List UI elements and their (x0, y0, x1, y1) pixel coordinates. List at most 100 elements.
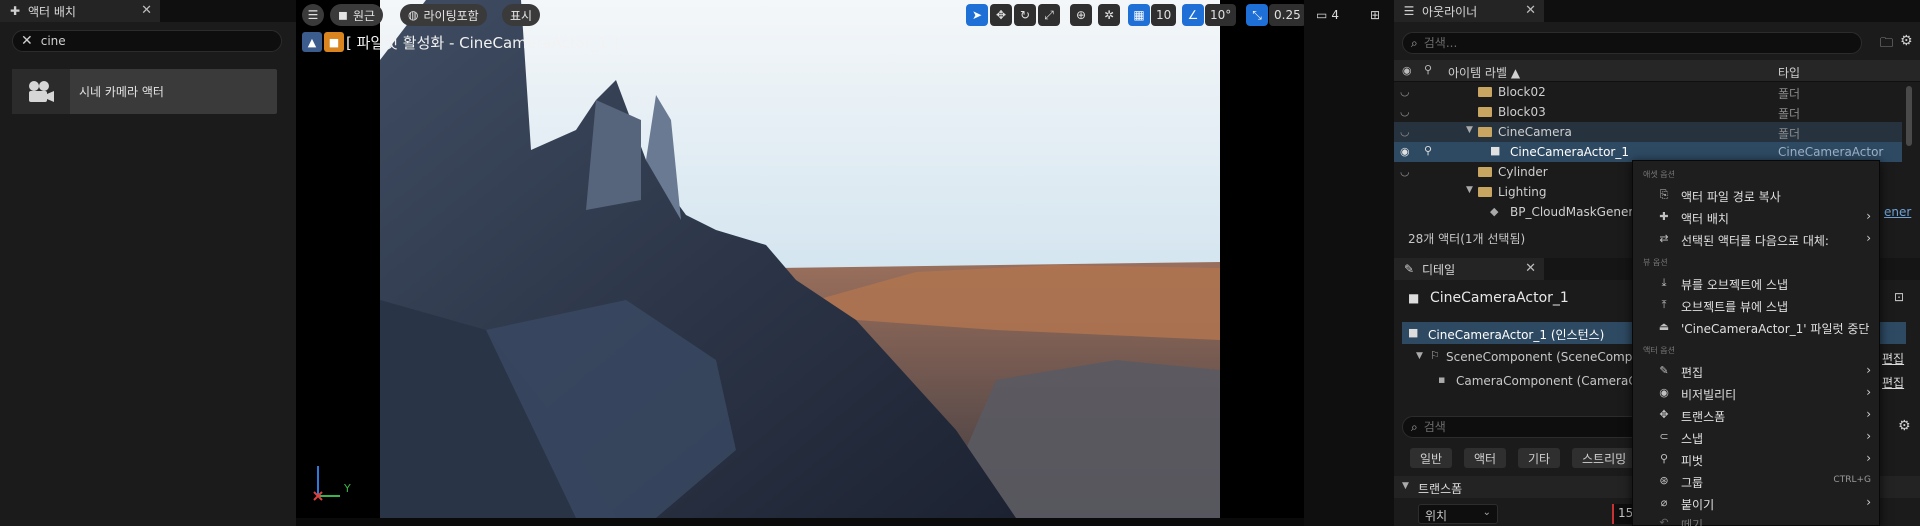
menu-item-label: 스냅 (1681, 432, 1704, 446)
filter-tab-actor[interactable]: 액터 (1464, 448, 1507, 468)
row-type[interactable]: ener (1884, 205, 1911, 219)
actor-search-input[interactable] (40, 34, 281, 48)
visibility-column-icon[interactable]: ◉ (1402, 64, 1412, 77)
expand-arrow-icon[interactable]: ▼ (1466, 125, 1473, 135)
camera-speed-value: 4 (1331, 8, 1339, 22)
lock-icon[interactable]: ⊡ (1894, 290, 1904, 304)
pilot-icons: ▲ ■ (302, 32, 344, 52)
scale-snap-button[interactable]: ⤡ (1246, 4, 1268, 26)
scale-mode-button[interactable]: ⤢ (1038, 4, 1060, 26)
perspective-button[interactable]: ◼ 원근 (330, 4, 384, 26)
edit-link[interactable]: 편집 (1882, 374, 1904, 391)
translate-mode-button[interactable]: ✥ (990, 4, 1012, 26)
menu-item-snap[interactable]: ⊂ 스냅 › (1633, 427, 1879, 448)
grid-snap-button[interactable]: ▦ (1128, 4, 1150, 26)
menu-item-copy-path[interactable]: ⎘ 액터 파일 경로 복사 (1633, 185, 1879, 206)
camera-speed-button[interactable]: ▭ 4 (1316, 4, 1339, 26)
expand-arrow-icon[interactable]: ▼ (1466, 185, 1473, 195)
grid-snap-value[interactable]: 10 (1151, 4, 1177, 26)
location-dropdown[interactable]: 위치 ⌄ (1418, 504, 1498, 524)
menu-item-transform[interactable]: ✥ 트랜스폼 › (1633, 405, 1879, 426)
show-label: 표시 (510, 8, 533, 23)
visibility-icon[interactable]: ◡ (1400, 165, 1410, 178)
expand-arrow-icon[interactable]: ▼ (1416, 351, 1423, 361)
close-icon[interactable]: ✕ (141, 3, 152, 18)
folder-icon (1478, 187, 1492, 197)
component-label: SceneComponent (SceneComp (1446, 350, 1633, 364)
place-actor-icon: ✚ (9, 4, 21, 18)
edit-link[interactable]: 편집 (1882, 350, 1904, 367)
item-label-column[interactable]: 아이템 라벨 ▲ (1448, 64, 1520, 81)
folder-icon (1478, 167, 1492, 177)
menu-item-pivot[interactable]: ⚲ 피벗 › (1633, 449, 1879, 470)
scale-snap-value[interactable]: 0.25 (1269, 4, 1304, 26)
visibility-icon[interactable]: ◡ (1400, 85, 1410, 98)
tab-outliner[interactable]: ☰ 아웃라이너 ✕ (1394, 0, 1544, 22)
menu-item-snap-object-to-view[interactable]: ⤒ 오브젝트를 뷰에 스냅 (1633, 295, 1879, 316)
list-item-cine-camera-actor[interactable]: 시네 카메라 액터 (12, 69, 277, 114)
filter-tab-streaming[interactable]: 스트리밍 (1572, 448, 1637, 468)
menu-item-shortcut: CTRL+G (1833, 475, 1871, 485)
outliner-row-block02[interactable]: ◡ Block02 폴더 (1394, 82, 1902, 102)
menu-item-visibility[interactable]: ◉ 비저빌리티 › (1633, 383, 1879, 404)
viewport-menu-button[interactable]: ☰ (302, 4, 324, 26)
menu-item-snap-view-to-object[interactable]: ⤓ 뷰를 오브젝트에 스냅 (1633, 273, 1879, 294)
menu-item-stop-pilot[interactable]: ⏏ 'CineCameraActor_1' 파일럿 중단 (1633, 317, 1879, 338)
outliner-scrollbar[interactable] (1906, 86, 1912, 146)
actor-name[interactable]: CineCameraActor_1 (1430, 290, 1569, 306)
outliner-row-cinecamera[interactable]: ◡ ▼ CineCamera 폴더 (1394, 122, 1902, 142)
rotate-mode-button[interactable]: ↻ (1014, 4, 1036, 26)
lighting-mode-button[interactable]: ◍ 라이팅포함 (400, 4, 487, 26)
folder-icon (1478, 87, 1492, 97)
pivot-icon: ⚲ (1659, 452, 1669, 465)
outliner-search-input[interactable] (1423, 36, 1861, 50)
grid-icon: ▦ (1133, 8, 1145, 22)
visibility-icon[interactable]: ◡ (1400, 105, 1410, 118)
menu-item-detach[interactable]: ↶ 떼기 (1633, 513, 1879, 526)
menu-item-replace-actor[interactable]: ⇄ 선택된 액터를 다음으로 대체: › (1633, 229, 1879, 250)
add-folder-icon[interactable]: 🗀 (1880, 34, 1893, 56)
outliner-row-block03[interactable]: ◡ Block03 폴더 (1394, 102, 1902, 122)
settings-icon[interactable]: ⚙ (1898, 418, 1911, 434)
visibility-icon[interactable]: ◉ (1400, 145, 1410, 158)
menu-item-edit[interactable]: ✎ 편집 › (1633, 361, 1879, 382)
angle-snap-value[interactable]: 10° (1205, 4, 1237, 26)
viewport-layout-button[interactable]: ⊞ (1364, 4, 1386, 26)
outliner-icon: ☰ (1403, 4, 1415, 18)
menu-item-group[interactable]: ⊛ 그룹 CTRL+G (1633, 471, 1879, 492)
search-icon: ⌕ (1411, 419, 1418, 434)
pin-column-icon[interactable]: ⚲ (1424, 63, 1432, 76)
filter-tab-misc[interactable]: 기타 (1518, 448, 1561, 468)
viewport-scene (296, 0, 1304, 526)
filter-tab-general[interactable]: 일반 (1410, 448, 1453, 468)
chevron-right-icon: › (1866, 209, 1871, 223)
close-icon[interactable]: ✕ (1525, 3, 1536, 18)
outliner-search-box: ⌕ (1402, 32, 1862, 54)
axis-y-label: Y (344, 482, 351, 495)
snap-icon: ⊂ (1659, 430, 1669, 443)
tab-details[interactable]: ✎ 디테일 ✕ (1394, 258, 1544, 280)
settings-icon[interactable]: ⚙ (1900, 33, 1913, 49)
tab-actor-placement[interactable]: ✚ 액터 배치 ✕ (0, 0, 160, 22)
pointer-icon: ➤ (971, 8, 983, 22)
row-name: Cylinder (1498, 165, 1548, 179)
type-column[interactable]: 타입 (1778, 64, 1800, 81)
world-space-button[interactable]: ⊕ (1070, 4, 1092, 26)
rotate-icon: ↻ (1019, 8, 1031, 22)
eject-pilot-icon[interactable]: ▲ (302, 32, 322, 52)
actor-placement-tabbar: ✚ 액터 배치 ✕ (0, 0, 296, 22)
visibility-icon[interactable]: ◡ (1400, 125, 1410, 138)
surface-snap-button[interactable]: ✲ (1098, 4, 1120, 26)
outliner-row-cinecameraactor[interactable]: ◉ ⚲ ■ CineCameraActor_1 CineCameraActor (1394, 142, 1902, 162)
viewport-bottom-bar (296, 518, 1304, 526)
clear-search-icon[interactable]: ✕ (21, 33, 33, 49)
menu-item-attach[interactable]: ⌀ 붙이기 › (1633, 493, 1879, 514)
pin-icon[interactable]: ⚲ (1424, 144, 1432, 157)
angle-snap-button[interactable]: ∠ (1182, 4, 1204, 26)
level-viewport[interactable]: ☰ ◼ 원근 ◍ 라이팅포함 표시 ➤ ✥ ↻ ⤢ ⊕ ✲ ▦ 10 ∠ 10°… (296, 0, 1304, 526)
menu-item-place-actor[interactable]: ✚ 액터 배치 › (1633, 207, 1879, 228)
attach-icon: ⌀ (1660, 496, 1668, 509)
select-mode-button[interactable]: ➤ (966, 4, 988, 26)
show-button[interactable]: 표시 (502, 4, 541, 26)
close-icon[interactable]: ✕ (1525, 261, 1536, 276)
